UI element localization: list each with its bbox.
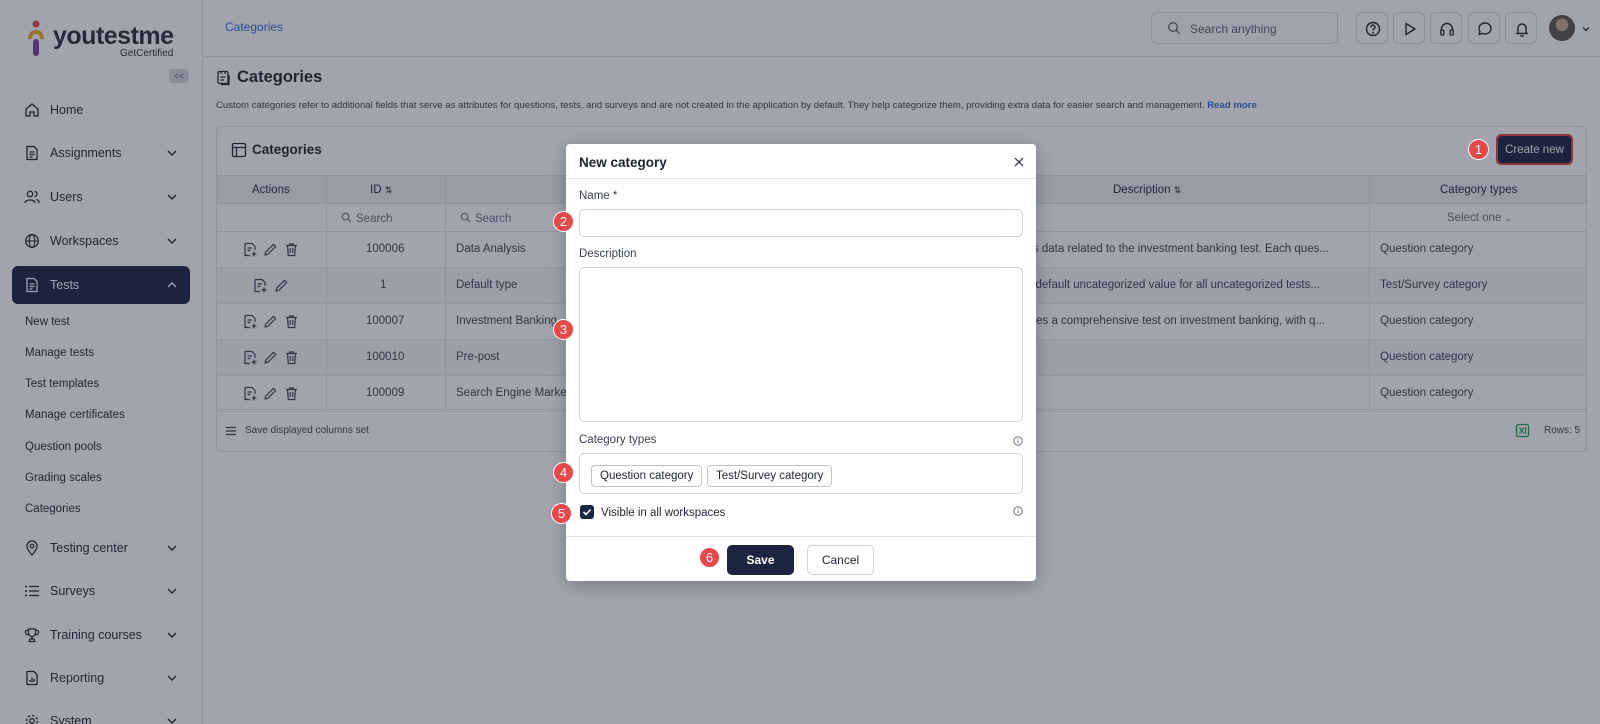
info-icon[interactable]: [1013, 436, 1023, 446]
step-badge-5: 5: [551, 503, 572, 524]
dialog-footer-divider: [566, 536, 1036, 537]
category-type-chip-question[interactable]: Question category: [591, 465, 703, 487]
dialog-header-divider: [566, 178, 1036, 179]
name-input[interactable]: [579, 209, 1023, 237]
step-badge-4: 4: [553, 462, 574, 483]
info-icon[interactable]: [1013, 506, 1023, 516]
new-category-dialog: New category Name * Description Category…: [566, 144, 1036, 581]
category-types-label: Category types: [579, 434, 657, 446]
cancel-button[interactable]: Cancel: [807, 545, 874, 575]
save-button[interactable]: Save: [727, 545, 794, 575]
step-badge-2: 2: [553, 211, 574, 232]
visible-in-all-workspaces-label: Visible in all workspaces: [601, 507, 726, 519]
step-badge-3: 3: [553, 319, 574, 340]
dialog-title: New category: [579, 155, 667, 170]
checkmark-icon: [582, 508, 592, 516]
visible-in-all-workspaces-checkbox[interactable]: [580, 505, 594, 519]
description-textarea[interactable]: [579, 267, 1023, 422]
step-badge-1: 1: [1468, 139, 1489, 160]
category-type-chip-test-survey[interactable]: Test/Survey category: [707, 465, 833, 487]
description-label: Description: [579, 248, 637, 260]
name-label: Name *: [579, 190, 618, 202]
category-types-multiselect[interactable]: Question category Test/Survey category: [579, 453, 1023, 494]
step-badge-6: 6: [699, 547, 720, 568]
close-icon[interactable]: [1012, 155, 1026, 169]
